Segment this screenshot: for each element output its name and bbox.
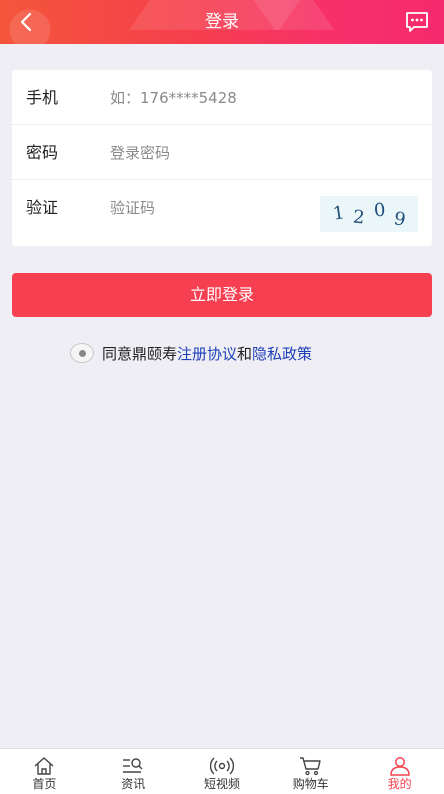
- verify-row: 验证 1 2 0 9: [12, 180, 432, 246]
- tab-label: 首页: [32, 777, 57, 791]
- video-broadcast-icon: [209, 755, 234, 777]
- captcha-char: 2: [351, 205, 366, 229]
- captcha-char: 1: [331, 201, 346, 225]
- agreement-and: 和: [237, 344, 253, 363]
- captcha-image[interactable]: 1 2 0 9: [320, 196, 418, 232]
- tab-label: 购物车: [292, 777, 329, 791]
- page-title: 登录: [205, 12, 239, 32]
- bottom-tab-bar: 首页 资讯 短视频 购物车 我的: [0, 748, 444, 794]
- captcha-char: 9: [392, 207, 408, 231]
- password-row: 密码: [12, 125, 432, 180]
- privacy-link[interactable]: 隐私政策: [252, 343, 312, 364]
- tab-label: 资讯: [121, 777, 146, 791]
- tab-mine[interactable]: 我的: [355, 749, 444, 794]
- tab-home[interactable]: 首页: [0, 749, 89, 794]
- tab-cart[interactable]: 购物车: [266, 749, 355, 794]
- phone-row: 手机: [12, 70, 432, 125]
- verify-label: 验证: [26, 198, 59, 217]
- agreement-text: 同意鼎颐寿: [102, 344, 178, 363]
- tab-label: 我的: [387, 777, 412, 791]
- radio-dot-icon: [78, 349, 86, 357]
- user-icon: [388, 755, 412, 777]
- verify-code-input[interactable]: [110, 194, 310, 222]
- login-button[interactable]: 立即登录: [12, 273, 432, 317]
- news-icon: [121, 755, 145, 777]
- phone-input[interactable]: [110, 84, 310, 112]
- agreement-row: 同意鼎颐寿 注册协议 和 隐私政策: [70, 341, 312, 365]
- top-bar: 登录: [0, 0, 444, 44]
- home-icon: [32, 755, 56, 777]
- message-icon: [406, 12, 428, 32]
- message-button[interactable]: [400, 6, 434, 38]
- phone-label: 手机: [26, 88, 59, 107]
- cart-icon: [299, 755, 323, 777]
- agree-radio[interactable]: [70, 343, 94, 363]
- tab-news[interactable]: 资讯: [89, 749, 178, 794]
- terms-link[interactable]: 注册协议: [177, 343, 237, 364]
- login-form: 手机 密码 验证 1 2 0 9: [12, 70, 432, 246]
- password-input[interactable]: [110, 139, 310, 167]
- password-label: 密码: [26, 143, 59, 162]
- captcha-char: 0: [372, 199, 386, 221]
- tab-video[interactable]: 短视频: [178, 749, 267, 794]
- tab-label: 短视频: [203, 777, 240, 791]
